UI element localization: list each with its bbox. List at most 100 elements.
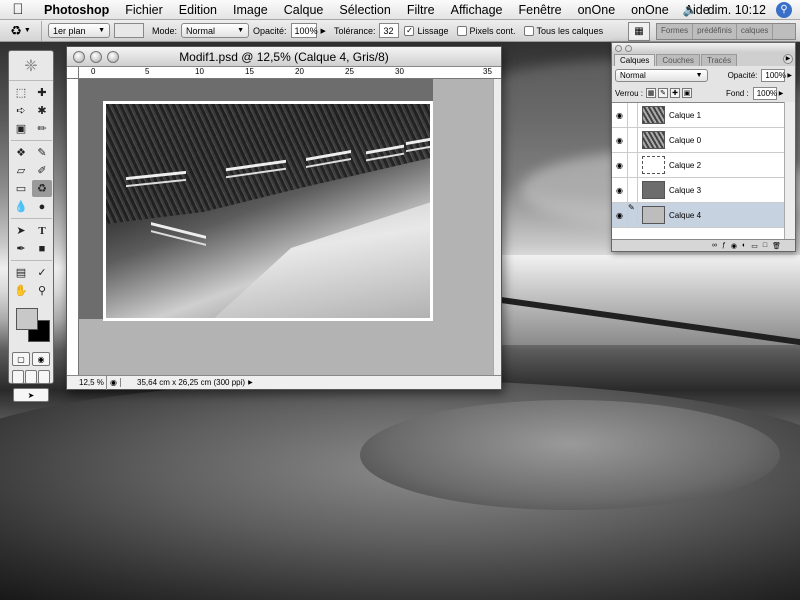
menu-fichier[interactable]: Fichier xyxy=(117,3,171,17)
mask-icon[interactable]: ◉ xyxy=(731,242,737,250)
file-browser-icon[interactable]: ▦ xyxy=(628,22,650,41)
eye-icon[interactable]: ◉ xyxy=(612,202,628,228)
lock-pixels-icon[interactable]: ✎ xyxy=(658,88,669,98)
menu-edition[interactable]: Edition xyxy=(171,3,225,17)
blend-mode-select[interactable]: Normal ▼ xyxy=(615,68,708,82)
lissage-option[interactable]: ✓ Lissage xyxy=(404,25,449,36)
eye-icon[interactable]: ◉ xyxy=(612,177,628,203)
layer-row[interactable]: ◉ Calque 2 xyxy=(612,152,785,178)
layer-row[interactable]: ◉ Calque 1 xyxy=(612,102,785,128)
magic-wand-icon[interactable]: ✱ xyxy=(32,102,52,119)
vertical-scrollbar[interactable] xyxy=(493,79,501,375)
ruler-vertical[interactable] xyxy=(67,79,79,375)
opacity-input[interactable]: 100% xyxy=(290,23,318,38)
opacity-arrow-icon[interactable]: ▶ xyxy=(321,27,326,35)
jump-to-imageready-icon[interactable]: ➤ xyxy=(13,388,49,402)
eye-icon[interactable]: ◉ xyxy=(612,127,628,153)
menu-onone-1[interactable]: onOne xyxy=(570,3,624,17)
shape-icon[interactable]: ■ xyxy=(32,240,52,257)
status-arrow-icon[interactable]: ▶ xyxy=(248,379,253,386)
menu-filtre[interactable]: Filtre xyxy=(399,3,443,17)
menu-fenetre[interactable]: Fenêtre xyxy=(511,3,570,17)
slice-icon[interactable]: ✏ xyxy=(32,120,52,137)
menu-app[interactable]: Photoshop xyxy=(36,3,117,17)
layer-opacity-input[interactable]: 100% xyxy=(761,68,786,82)
menu-selection[interactable]: Sélection xyxy=(331,3,398,17)
palette-titlebar[interactable] xyxy=(612,43,795,53)
canvas[interactable] xyxy=(79,79,493,375)
layer-link-cell[interactable] xyxy=(628,152,638,178)
well-tab-calques[interactable]: calques xyxy=(737,24,774,39)
eyedropper-icon[interactable]: ✓ xyxy=(32,264,52,281)
layer-row[interactable]: ◉ Calque 0 xyxy=(612,127,785,153)
tab-couches[interactable]: Couches xyxy=(656,54,700,66)
quickmask-mode-icon[interactable]: ◉ xyxy=(32,352,50,366)
pattern-picker[interactable] xyxy=(114,23,144,38)
new-group-icon[interactable]: ▭ xyxy=(751,242,758,250)
lissage-checkbox[interactable]: ✓ xyxy=(404,25,415,36)
zoom-window-icon[interactable] xyxy=(107,50,119,63)
ruler-horizontal[interactable]: 0 5 10 15 20 25 30 35 xyxy=(79,67,501,79)
lock-transparency-icon[interactable]: ▦ xyxy=(646,88,657,98)
adjustment-layer-icon[interactable]: ◐ xyxy=(742,242,746,249)
minimize-icon[interactable] xyxy=(625,44,632,52)
palette-menu-icon[interactable]: ▶ xyxy=(783,54,793,64)
menu-image[interactable]: Image xyxy=(225,3,276,17)
layer-link-cell[interactable] xyxy=(628,177,638,203)
layer-brush-cell[interactable]: ✎ xyxy=(628,202,638,228)
type-icon[interactable]: T xyxy=(32,222,52,239)
lock-all-icon[interactable]: ▣ xyxy=(682,88,693,98)
healing-brush-icon[interactable]: ❖ xyxy=(11,144,31,161)
document-titlebar[interactable]: Modif1.psd @ 12,5% (Calque 4, Gris/8) xyxy=(67,47,501,67)
marquee-icon[interactable]: ⬚ xyxy=(11,84,31,101)
tolerance-input[interactable]: 32 xyxy=(379,23,400,38)
layer-style-icon[interactable]: ƒ xyxy=(722,242,726,249)
move-icon[interactable]: ✚ xyxy=(32,84,52,101)
pixels-option[interactable]: Pixels cont. xyxy=(456,25,516,36)
lock-position-icon[interactable]: ✚ xyxy=(670,88,681,98)
menu-affichage[interactable]: Affichage xyxy=(443,3,511,17)
trash-icon[interactable]: 🗑 xyxy=(772,242,781,250)
screen-mode-3-icon[interactable] xyxy=(38,370,51,384)
notes-icon[interactable]: ▤ xyxy=(11,264,31,281)
zoom-field[interactable]: 12,5 % xyxy=(67,375,107,390)
all-layers-option[interactable]: Tous les calques xyxy=(523,25,603,36)
pen-icon[interactable]: ✒ xyxy=(11,240,31,257)
stamp-icon[interactable]: ▱ xyxy=(11,162,31,179)
menu-onone-2[interactable]: onOne xyxy=(623,3,677,17)
opacity-arrow-icon[interactable]: ▶ xyxy=(787,72,792,79)
fill-source-select[interactable]: 1er plan ▼ xyxy=(48,23,110,38)
eye-icon[interactable]: ◉ xyxy=(612,102,628,128)
paint-bucket-icon[interactable]: ♻ xyxy=(32,180,52,197)
close-icon[interactable] xyxy=(615,44,622,52)
close-icon[interactable] xyxy=(73,50,85,63)
brush-icon[interactable]: ✎ xyxy=(32,144,52,161)
path-selection-icon[interactable]: ➤ xyxy=(11,222,31,239)
layer-link-cell[interactable] xyxy=(628,102,638,128)
minimize-icon[interactable] xyxy=(90,50,102,63)
pixels-checkbox[interactable] xyxy=(456,25,467,36)
tab-traces[interactable]: Tracés xyxy=(700,54,738,66)
layers-scrollbar[interactable] xyxy=(784,102,795,240)
history-brush-icon[interactable]: ✐ xyxy=(32,162,52,179)
spotlight-icon[interactable]: ⚲ xyxy=(776,2,792,18)
ruler-origin[interactable] xyxy=(67,67,79,79)
tab-calques[interactable]: Calques xyxy=(614,54,656,66)
well-tab-predefinis[interactable]: prédéfinis xyxy=(693,24,737,39)
mode-select[interactable]: Normal ▼ xyxy=(181,23,250,38)
eye-icon[interactable]: ◉ xyxy=(612,152,628,178)
eraser-icon[interactable]: ▭ xyxy=(11,180,31,197)
lasso-icon[interactable]: ➪ xyxy=(11,102,31,119)
crop-icon[interactable]: ▣ xyxy=(11,120,31,137)
menu-calque[interactable]: Calque xyxy=(276,3,332,17)
new-layer-icon[interactable]: □ xyxy=(763,242,767,249)
zoom-icon[interactable]: ⚲ xyxy=(32,282,52,299)
clock[interactable]: dim. 10:12 xyxy=(708,3,766,17)
apple-menu-icon[interactable]:  xyxy=(0,1,36,18)
layer-link-cell[interactable] xyxy=(628,127,638,153)
well-tab-formes[interactable]: Formes xyxy=(657,24,694,39)
status-icon[interactable]: ◉ xyxy=(107,378,121,387)
link-icon[interactable]: ∞ xyxy=(712,242,717,249)
blur-icon[interactable]: 💧 xyxy=(11,198,31,215)
volume-icon[interactable]: 🔈 xyxy=(683,3,698,17)
